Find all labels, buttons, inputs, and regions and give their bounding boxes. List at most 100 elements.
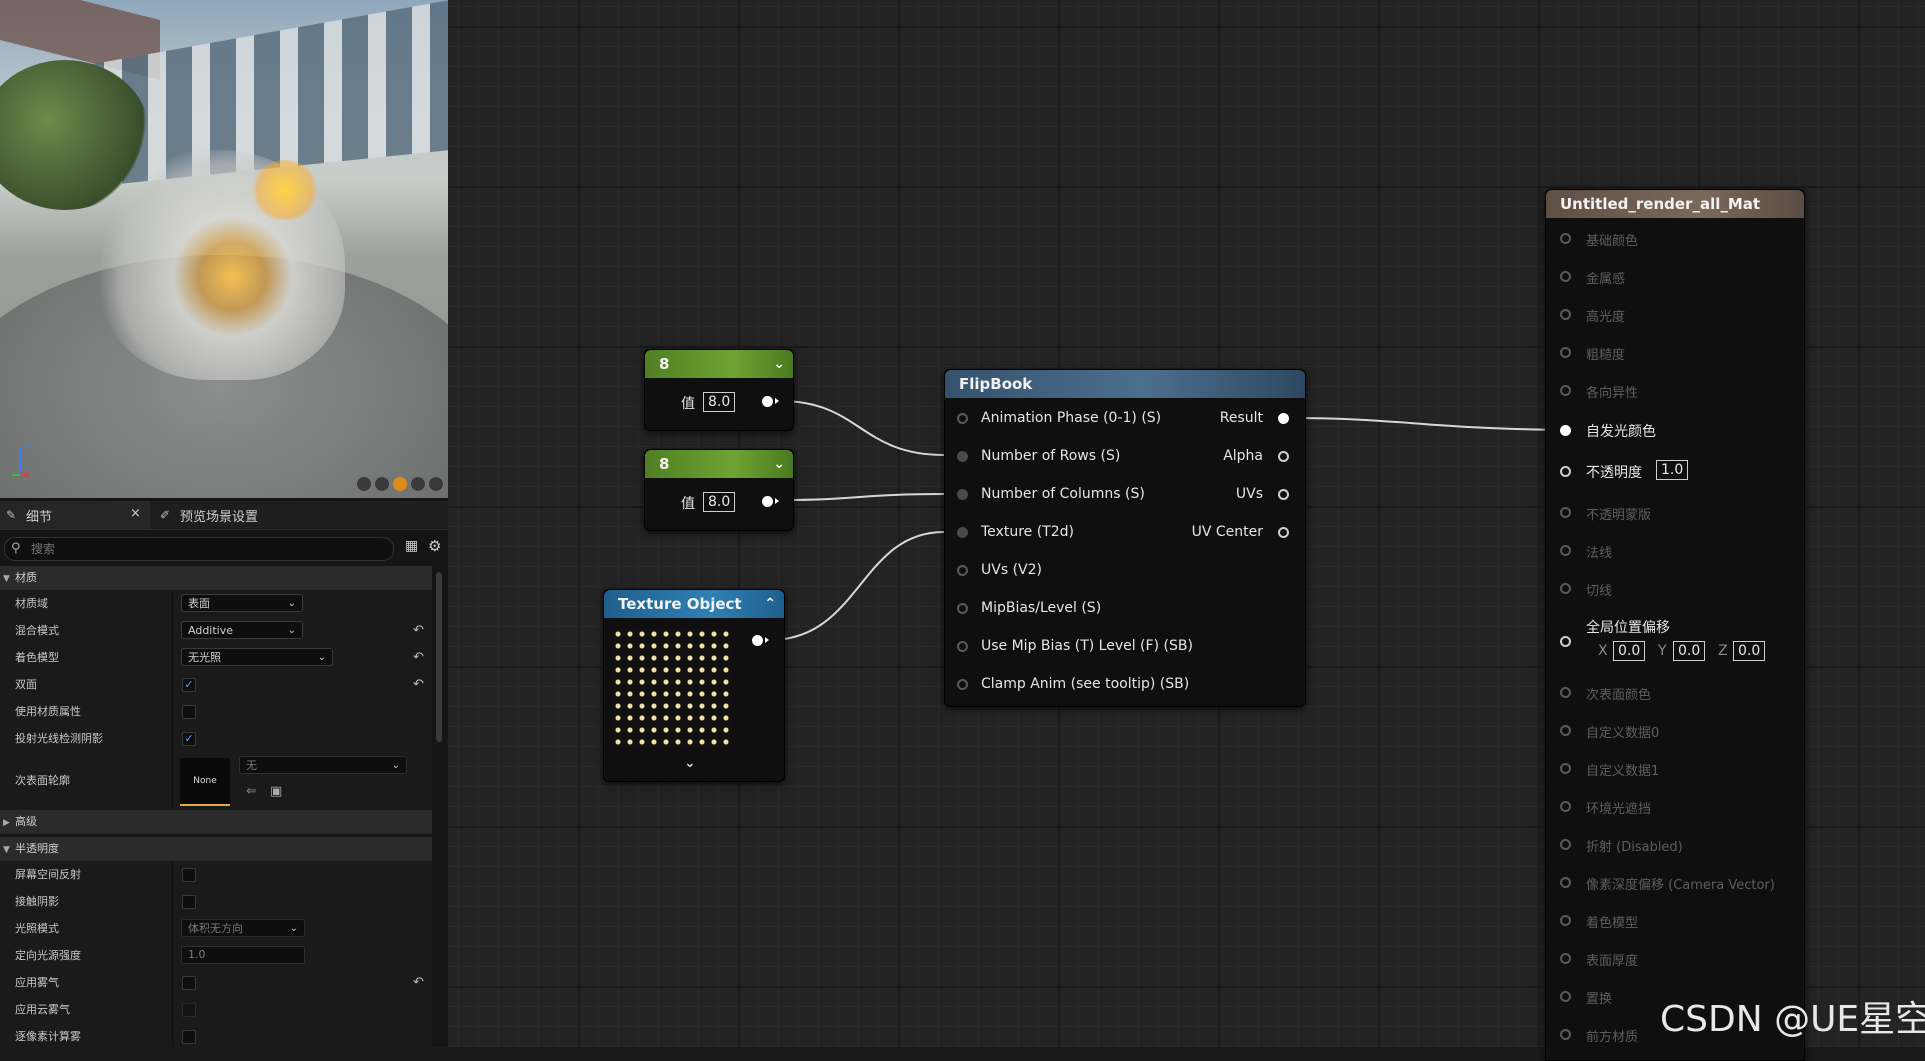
input-pin[interactable] [1560,991,1571,1002]
apply-fogging-checkbox[interactable] [182,976,196,990]
input-pin[interactable] [1560,233,1571,244]
category-translucency[interactable]: ▼ 半透明度 [0,837,432,861]
row-shading-model: 着色模型 无光照 ⌄ ↶ [0,644,432,672]
texture-object-node[interactable]: Texture Object ⌃ ⌄ [603,589,785,782]
contact-shadows-checkbox[interactable] [182,895,196,909]
input-pin[interactable] [1560,507,1571,518]
input-pin[interactable] [1560,801,1571,812]
subsurface-profile-dropdown[interactable]: 无 ⌄ [239,756,407,774]
row-apply-fogging: 应用雾气 ↶ [0,969,432,997]
tab-preview-scene-settings[interactable]: ✐ 预览场景设置 [154,501,354,529]
material-domain-dropdown[interactable]: 表面 ⌄ [181,594,303,612]
input-pin[interactable] [1560,466,1571,477]
per-pixel-fogging-checkbox[interactable] [182,1030,196,1044]
search-input[interactable] [29,539,383,559]
two-sided-checkbox[interactable]: ✓ [182,678,196,692]
input-pin[interactable] [957,565,968,576]
input-pin[interactable] [1560,385,1571,396]
browse-asset-icon[interactable]: ▣ [270,784,282,799]
constant-value-field[interactable]: 8.0 [703,392,736,412]
reset-to-default-icon[interactable]: ↶ [413,677,424,692]
use-material-attributes-checkbox[interactable] [182,705,196,719]
shading-model-dropdown[interactable]: 无光照 ⌄ [181,648,333,666]
preview-viewport[interactable]: Z X [0,0,448,498]
input-pin[interactable] [957,489,968,500]
input-pin[interactable] [1560,425,1571,436]
input-pin[interactable] [1560,583,1571,594]
wpo-x-field[interactable]: 0.0 [1613,641,1646,661]
cast-ray-traced-shadows-checkbox[interactable]: ✓ [182,732,196,746]
table-view-icon[interactable]: ▦ [405,539,419,553]
close-icon[interactable]: × [130,506,141,521]
blend-mode-dropdown[interactable]: Additive ⌄ [181,621,303,639]
input-pin[interactable] [1560,953,1571,964]
texture-object-header[interactable]: Texture Object ⌃ [604,590,784,618]
input-pin[interactable] [1560,877,1571,888]
wpo-y-field[interactable]: 0.0 [1673,641,1706,661]
output-pin[interactable] [1278,413,1289,424]
pin-arrow-icon [775,498,779,504]
constant-node-columns[interactable]: 8 ⌄ 值 8.0 [644,449,794,531]
category-advanced[interactable]: ▶ 高级 [0,810,432,834]
lighting-mode-dropdown[interactable]: 体积无方向 ⌄ [181,919,305,937]
gear-icon[interactable]: ⚙ [428,538,441,554]
input-pin[interactable] [1560,309,1571,320]
apply-cloud-fogging-checkbox[interactable] [182,1003,196,1017]
output-pin[interactable] [1278,489,1289,500]
flipbook-texture-thumbnail [612,628,732,748]
output-pin[interactable] [1278,527,1289,538]
flipbook-header[interactable]: FlipBook [945,370,1305,398]
output-pin[interactable] [752,635,763,646]
flipbook-node[interactable]: FlipBook Animation Phase (0-1) (S) Numbe… [944,369,1306,707]
sphere-preview-icon[interactable] [374,476,390,492]
screen-space-reflections-checkbox[interactable] [182,868,196,882]
input-pin[interactable] [1560,347,1571,358]
row-per-pixel-fogging: 逐像素计算雾 [0,1023,432,1047]
row-screen-space-reflections: 屏幕空间反射 [0,861,432,889]
details-scrollbar[interactable] [436,572,442,742]
input-pin[interactable] [957,527,968,538]
opacity-value-field[interactable]: 1.0 [1656,460,1689,480]
plane-preview-icon[interactable] [392,476,408,492]
input-pin[interactable] [957,679,968,690]
constant-node-rows[interactable]: 8 ⌄ 值 8.0 [644,349,794,431]
cube-preview-icon[interactable] [410,476,426,492]
output-pin[interactable] [1278,451,1289,462]
constant-value-field[interactable]: 8.0 [703,492,736,512]
row-two-sided: 双面 ✓ ↶ [0,671,432,699]
reset-to-default-icon[interactable]: ↶ [413,623,424,638]
material-result-header[interactable]: Untitled_render_all_Mat [1546,190,1804,218]
input-pin[interactable] [1560,725,1571,736]
custom-mesh-preview-icon[interactable] [428,476,444,492]
input-pin[interactable] [957,603,968,614]
input-pin[interactable] [1560,545,1571,556]
input-pin[interactable] [957,641,968,652]
constant-node-header[interactable]: 8 ⌄ [645,450,793,478]
cylinder-preview-icon[interactable] [356,476,372,492]
output-pin[interactable] [762,396,773,407]
input-pin[interactable] [957,451,968,462]
input-pin[interactable] [1560,763,1571,774]
subsurface-profile-thumbnail[interactable]: None [180,758,230,806]
reset-to-default-icon[interactable]: ↶ [413,975,424,990]
input-pin[interactable] [1560,1029,1571,1040]
chevron-up-icon[interactable]: ⌃ [764,590,776,618]
wpo-z-field[interactable]: 0.0 [1733,641,1766,661]
output-pin[interactable] [762,496,773,507]
directional-light-intensity-field[interactable]: 1.0 [181,946,305,964]
material-result-node[interactable]: Untitled_render_all_Mat 基础颜色 金属感 高光度 粗糙度… [1545,189,1805,1061]
tab-details[interactable]: ✎ 细节 [0,501,150,529]
input-pin[interactable] [1560,915,1571,926]
reset-to-default-icon[interactable]: ↶ [413,650,424,665]
input-pin[interactable] [1560,271,1571,282]
chevron-down-icon[interactable]: ⌄ [773,350,785,378]
input-pin[interactable] [1560,636,1571,647]
input-pin[interactable] [1560,687,1571,698]
input-pin[interactable] [1560,839,1571,850]
use-selected-asset-icon[interactable]: ⇐ [246,784,257,799]
chevron-down-icon[interactable]: ⌄ [773,450,785,478]
chevron-down-icon[interactable]: ⌄ [684,755,696,771]
input-pin[interactable] [957,413,968,424]
category-material[interactable]: ▼ 材质 [0,566,432,590]
constant-node-header[interactable]: 8 ⌄ [645,350,793,378]
